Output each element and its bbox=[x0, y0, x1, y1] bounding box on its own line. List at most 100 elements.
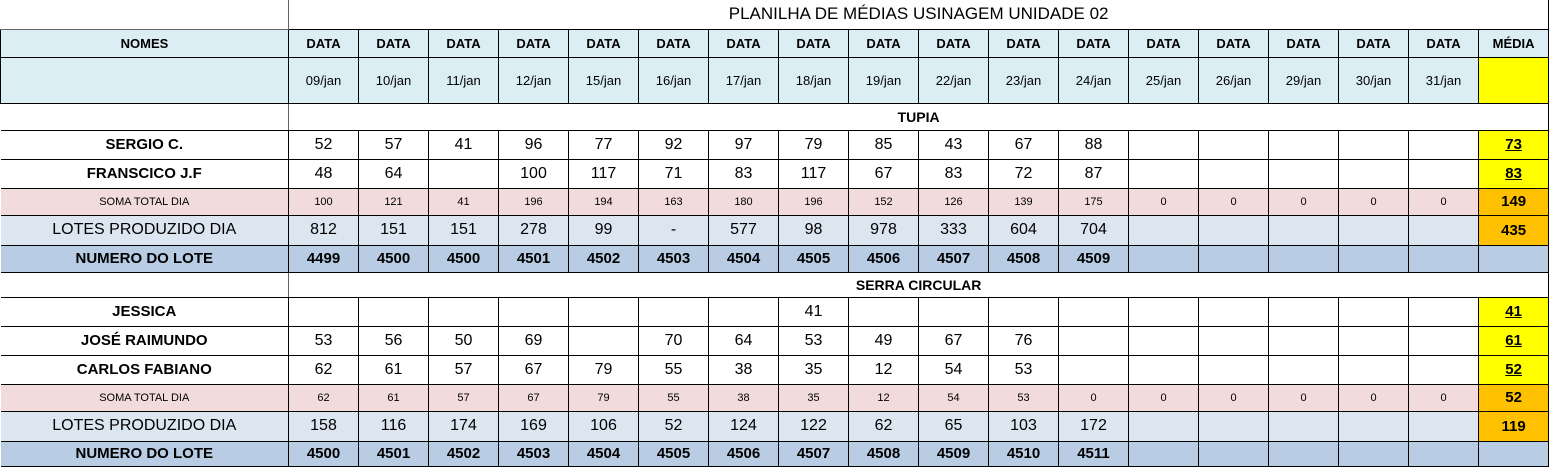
numero-cell[interactable] bbox=[1338, 244, 1409, 273]
score-cell[interactable]: 57 bbox=[428, 354, 499, 385]
score-cell[interactable]: 97 bbox=[708, 129, 779, 160]
score-cell[interactable]: 64 bbox=[358, 158, 429, 189]
score-cell[interactable] bbox=[1408, 325, 1479, 356]
score-cell[interactable] bbox=[988, 296, 1059, 327]
lotes-cell[interactable] bbox=[1268, 214, 1339, 246]
soma-cell[interactable]: 12 bbox=[848, 383, 919, 412]
lotes-cell[interactable] bbox=[1338, 214, 1409, 246]
soma-cell[interactable]: 0 bbox=[1128, 383, 1199, 412]
soma-cell[interactable]: 38 bbox=[708, 383, 779, 412]
date-header[interactable]: DATA bbox=[708, 28, 779, 58]
score-cell[interactable]: 96 bbox=[498, 129, 569, 160]
score-cell[interactable] bbox=[1408, 129, 1479, 160]
date-cell[interactable]: 30/jan bbox=[1338, 56, 1409, 104]
score-cell[interactable] bbox=[358, 296, 429, 327]
numero-cell[interactable]: 4502 bbox=[428, 440, 499, 467]
score-cell[interactable]: 67 bbox=[848, 158, 919, 189]
date-header[interactable]: DATA bbox=[288, 28, 359, 58]
soma-cell[interactable]: 57 bbox=[428, 383, 499, 412]
title-blank-cell[interactable] bbox=[0, 0, 289, 30]
score-cell[interactable] bbox=[638, 296, 709, 327]
score-cell[interactable]: 43 bbox=[918, 129, 989, 160]
soma-cell[interactable]: 0 bbox=[1338, 187, 1409, 216]
date-header[interactable]: DATA bbox=[778, 28, 849, 58]
score-cell[interactable]: 12 bbox=[848, 354, 919, 385]
date-cell[interactable]: 31/jan bbox=[1408, 56, 1479, 104]
date-header[interactable]: DATA bbox=[428, 28, 499, 58]
numero-cell[interactable]: 4507 bbox=[918, 244, 989, 273]
score-cell[interactable] bbox=[1268, 325, 1339, 356]
date-header[interactable]: DATA bbox=[638, 28, 709, 58]
date-cell[interactable]: 15/jan bbox=[568, 56, 639, 104]
soma-cell[interactable]: 126 bbox=[918, 187, 989, 216]
soma-cell[interactable]: 53 bbox=[988, 383, 1059, 412]
score-cell[interactable] bbox=[1128, 129, 1199, 160]
lotes-cell[interactable]: 103 bbox=[988, 410, 1059, 442]
soma-label[interactable]: SOMA TOTAL DIA bbox=[0, 187, 289, 216]
soma-cell[interactable]: 139 bbox=[988, 187, 1059, 216]
score-cell[interactable]: 54 bbox=[918, 354, 989, 385]
lotes-cell[interactable]: 116 bbox=[358, 410, 429, 442]
numero-cell[interactable]: 4509 bbox=[918, 440, 989, 467]
score-cell[interactable]: 117 bbox=[568, 158, 639, 189]
date-header[interactable]: DATA bbox=[1058, 28, 1129, 58]
lotes-cell[interactable]: 62 bbox=[848, 410, 919, 442]
score-cell[interactable] bbox=[1128, 158, 1199, 189]
operator-name[interactable]: JESSICA bbox=[0, 296, 289, 327]
soma-cell[interactable]: 0 bbox=[1268, 383, 1339, 412]
operator-media[interactable]: 83 bbox=[1477, 158, 1550, 189]
section-title[interactable]: SERRA CIRCULAR bbox=[287, 271, 1550, 298]
score-cell[interactable] bbox=[1338, 296, 1409, 327]
score-cell[interactable]: 49 bbox=[848, 325, 919, 356]
date-cell[interactable]: 22/jan bbox=[918, 56, 989, 104]
soma-cell[interactable]: 61 bbox=[358, 383, 429, 412]
score-cell[interactable]: 62 bbox=[288, 354, 359, 385]
score-cell[interactable] bbox=[1268, 354, 1339, 385]
score-cell[interactable] bbox=[1268, 129, 1339, 160]
soma-cell[interactable]: 67 bbox=[498, 383, 569, 412]
score-cell[interactable]: 48 bbox=[288, 158, 359, 189]
lotes-cell[interactable]: 151 bbox=[428, 214, 499, 246]
operator-name[interactable]: FRANSCICO J.F bbox=[0, 158, 289, 189]
soma-cell[interactable]: 35 bbox=[778, 383, 849, 412]
lotes-cell[interactable]: 124 bbox=[708, 410, 779, 442]
score-cell[interactable] bbox=[1338, 354, 1409, 385]
section-title[interactable]: TUPIA bbox=[287, 102, 1550, 131]
operator-media[interactable]: 73 bbox=[1477, 129, 1550, 160]
soma-cell[interactable]: 100 bbox=[288, 187, 359, 216]
soma-cell[interactable]: 0 bbox=[1408, 383, 1479, 412]
lotes-media[interactable]: 435 bbox=[1477, 214, 1550, 246]
score-cell[interactable]: 67 bbox=[498, 354, 569, 385]
lotes-cell[interactable]: - bbox=[638, 214, 709, 246]
score-cell[interactable] bbox=[708, 296, 779, 327]
score-cell[interactable] bbox=[568, 296, 639, 327]
numero-cell[interactable]: 4510 bbox=[988, 440, 1059, 467]
numero-cell[interactable]: 4500 bbox=[358, 244, 429, 273]
operator-name[interactable]: SERGIO C. bbox=[0, 129, 289, 160]
score-cell[interactable] bbox=[1198, 296, 1269, 327]
soma-cell[interactable]: 121 bbox=[358, 187, 429, 216]
date-cell[interactable]: 29/jan bbox=[1268, 56, 1339, 104]
score-cell[interactable]: 83 bbox=[708, 158, 779, 189]
score-cell[interactable]: 88 bbox=[1058, 129, 1129, 160]
score-cell[interactable]: 83 bbox=[918, 158, 989, 189]
lotes-cell[interactable]: 99 bbox=[568, 214, 639, 246]
score-cell[interactable] bbox=[1268, 158, 1339, 189]
numero-cell[interactable]: 4507 bbox=[778, 440, 849, 467]
lotes-cell[interactable]: 65 bbox=[918, 410, 989, 442]
score-cell[interactable]: 100 bbox=[498, 158, 569, 189]
lotes-cell[interactable]: 978 bbox=[848, 214, 919, 246]
score-cell[interactable]: 72 bbox=[988, 158, 1059, 189]
date-header[interactable]: DATA bbox=[918, 28, 989, 58]
soma-cell[interactable]: 79 bbox=[568, 383, 639, 412]
soma-cell[interactable]: 0 bbox=[1198, 383, 1269, 412]
score-cell[interactable] bbox=[428, 296, 499, 327]
score-cell[interactable]: 69 bbox=[498, 325, 569, 356]
lotes-cell[interactable] bbox=[1268, 410, 1339, 442]
numero-cell[interactable]: 4506 bbox=[848, 244, 919, 273]
score-cell[interactable]: 38 bbox=[708, 354, 779, 385]
score-cell[interactable] bbox=[1058, 325, 1129, 356]
date-cell[interactable]: 09/jan bbox=[288, 56, 359, 104]
date-cell[interactable]: 12/jan bbox=[498, 56, 569, 104]
numero-cell[interactable]: 4511 bbox=[1058, 440, 1129, 467]
